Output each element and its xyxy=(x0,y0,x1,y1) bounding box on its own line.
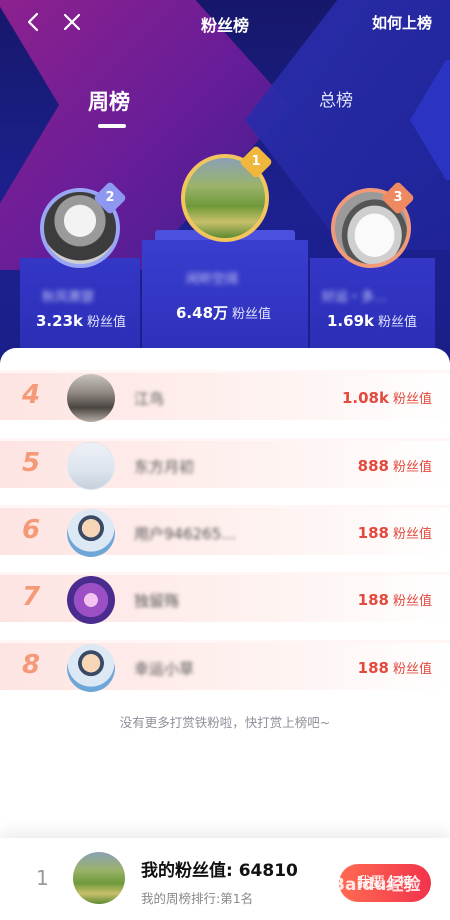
fan-value: 1.69k xyxy=(327,312,374,330)
fan-unit: 粉丝值 xyxy=(392,662,432,677)
row-name: 东方月初 xyxy=(134,458,195,476)
fan-unit: 粉丝值 xyxy=(87,315,127,330)
fan-unit: 粉丝值 xyxy=(392,594,432,609)
no-more-note: 没有更多打赏铁粉啦，快打赏上榜吧~ xyxy=(119,715,331,730)
row-rank: 8 xyxy=(22,650,41,680)
ranking-list: 4 江鸟 1.08k 粉丝值 5 东方月初 888 粉丝值 6 用户946265… … xyxy=(0,348,450,838)
how-to-rank-link[interactable]: 如何上榜 xyxy=(372,12,432,33)
tab-total[interactable]: 总榜 xyxy=(319,86,353,111)
hero-banner: 粉丝榜 如何上榜 周榜 总榜 2 1 3 秋风萧瑟 闲听空阔 好运・多… 3.2… xyxy=(0,0,450,380)
row-rank: 7 xyxy=(22,582,41,612)
podium-name-3: 好运・多… xyxy=(322,290,388,305)
row-value: 888 粉丝值 xyxy=(358,456,432,475)
my-rank: 1 xyxy=(36,866,49,890)
avatar[interactable] xyxy=(67,374,115,422)
fan-value: 6.48万 xyxy=(176,304,229,322)
my-fan-value: 我的粉丝值: 64810 xyxy=(141,861,298,881)
fan-value: 888 xyxy=(357,457,389,475)
avatar[interactable] xyxy=(67,442,115,490)
fan-unit: 粉丝值 xyxy=(392,527,432,542)
tab-underline xyxy=(98,124,126,128)
row-value: 188 粉丝值 xyxy=(358,590,432,609)
my-rank-bar: 1 我的粉丝值: 64810 我的周榜排行:第1名 我要上榜 Baidu经验 xyxy=(0,838,450,920)
row-value: 188 粉丝值 xyxy=(358,658,432,677)
rank-badge-icon: 2 xyxy=(93,181,127,215)
fan-unit: 粉丝值 xyxy=(392,460,432,475)
list-item[interactable]: 8 幸运小草 188 粉丝值 xyxy=(0,640,450,692)
avatar[interactable] xyxy=(67,644,115,692)
row-name: 江鸟 xyxy=(134,390,165,408)
top-bar: 粉丝榜 如何上榜 xyxy=(0,0,450,46)
row-name: 独留殇 xyxy=(134,592,180,610)
podium-name-1: 闲听空阔 xyxy=(186,272,239,287)
get-on-list-button[interactable]: 我要上榜 xyxy=(339,864,431,902)
fan-value: 1.08k xyxy=(341,389,389,407)
podium-second xyxy=(20,258,140,358)
row-rank: 4 xyxy=(22,380,41,410)
fan-unit: 粉丝值 xyxy=(232,307,272,322)
fan-unit: 粉丝值 xyxy=(392,392,432,407)
row-rank: 5 xyxy=(22,448,41,478)
list-item[interactable]: 7 独留殇 188 粉丝值 xyxy=(0,572,450,624)
row-value: 1.08k 粉丝值 xyxy=(342,388,432,407)
podium-third xyxy=(310,258,435,358)
row-name: 用户946265… xyxy=(134,525,237,543)
my-weekly-rank: 我的周榜排行:第1名 xyxy=(141,891,254,906)
row-name: 幸运小草 xyxy=(134,660,195,678)
list-item[interactable]: 6 用户946265… 188 粉丝值 xyxy=(0,505,450,557)
podium-value-1: 6.48万 粉丝值 xyxy=(176,302,271,323)
row-rank: 6 xyxy=(22,515,41,545)
avatar[interactable] xyxy=(67,576,115,624)
fan-value: 188 xyxy=(357,659,389,677)
podium-value-3: 1.69k 粉丝值 xyxy=(327,311,417,330)
fan-value: 188 xyxy=(357,524,389,542)
fan-value: 3.23k xyxy=(36,312,83,330)
podium-name-2: 秋风萧瑟 xyxy=(42,290,95,305)
podium-value-2: 3.23k 粉丝值 xyxy=(36,311,126,330)
list-item[interactable]: 5 东方月初 888 粉丝值 xyxy=(0,438,450,490)
tab-week[interactable]: 周榜 xyxy=(88,86,130,116)
rank-badge-icon: 3 xyxy=(381,181,415,215)
avatar[interactable] xyxy=(67,509,115,557)
avatar[interactable] xyxy=(73,852,125,904)
row-value: 188 粉丝值 xyxy=(358,523,432,542)
fan-value: 188 xyxy=(357,591,389,609)
fan-unit: 粉丝值 xyxy=(378,315,418,330)
podium-first xyxy=(142,240,308,358)
list-item[interactable]: 4 江鸟 1.08k 粉丝值 xyxy=(0,370,450,422)
rank-badge-icon: 1 xyxy=(239,145,273,179)
